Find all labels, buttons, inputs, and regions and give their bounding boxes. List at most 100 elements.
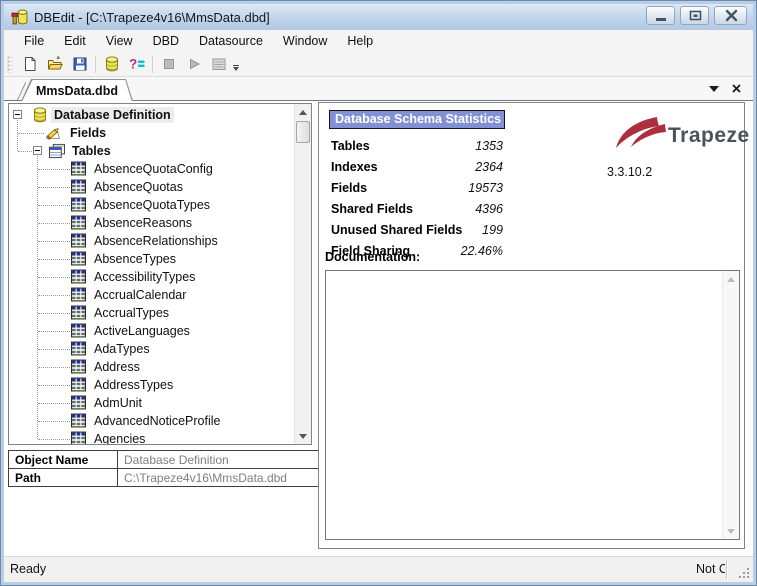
tree-item-table[interactable]: AccessibilityTypes — [9, 268, 294, 286]
tree-item-table[interactable]: AbsenceRelationships — [9, 232, 294, 250]
database-icon — [104, 56, 120, 72]
property-value: C:\Trapeze4v16\MmsData.dbd — [118, 469, 319, 487]
stop-icon — [161, 56, 177, 72]
tree-item-table[interactable]: Agencies — [9, 430, 294, 444]
toolbar-separator — [152, 56, 153, 73]
resize-grip[interactable] — [738, 567, 751, 580]
tab-mmsdata[interactable]: MmsData.dbd — [21, 79, 133, 101]
tree-panel: Database Definition Fields Tables Absenc… — [8, 103, 312, 445]
tree-item-fields[interactable]: Fields — [9, 124, 294, 142]
table-icon — [71, 341, 86, 356]
maximize-button[interactable] — [680, 6, 709, 25]
table-row: Object Name Database Definition — [9, 451, 319, 469]
open-file-icon — [47, 56, 63, 72]
table-icon — [71, 179, 86, 194]
toolbar-grip[interactable] — [7, 56, 12, 73]
table-icon — [71, 305, 86, 320]
new-document-icon — [22, 56, 38, 72]
tree-item-table[interactable]: AdmUnit — [9, 394, 294, 412]
tree-item-table[interactable]: AccrualCalendar — [9, 286, 294, 304]
key-properties-button[interactable] — [124, 53, 149, 75]
tree-item-table[interactable]: AdvancedNoticeProfile — [9, 412, 294, 430]
menu-item-view[interactable]: View — [96, 31, 143, 51]
tree-item-tables[interactable]: Tables — [9, 142, 294, 160]
property-name: Path — [9, 469, 118, 487]
tree-item-table[interactable]: AccrualTypes — [9, 304, 294, 322]
tree-item-table[interactable]: AbsenceQuotaConfig — [9, 160, 294, 178]
properties-table: Object Name Database Definition Path C:\… — [8, 450, 319, 487]
table-icon — [71, 251, 86, 266]
toolbar — [4, 52, 753, 77]
tab-list-dropdown-icon[interactable] — [709, 86, 719, 92]
minimize-icon — [647, 6, 674, 25]
menu-item-datasource[interactable]: Datasource — [189, 31, 273, 51]
menu-item-edit[interactable]: Edit — [54, 31, 96, 51]
tab-close-icon[interactable] — [732, 84, 741, 93]
property-value: Database Definition — [118, 451, 319, 469]
table-icon — [71, 161, 86, 176]
tree-item-table[interactable]: AbsenceQuotaTypes — [9, 196, 294, 214]
tree-item-table[interactable]: ActiveLanguages — [9, 322, 294, 340]
tree-item-database-definition[interactable]: Database Definition — [9, 106, 294, 124]
tab-label: MmsData.dbd — [21, 79, 133, 101]
minimize-button[interactable] — [646, 6, 675, 25]
stat-row: Indexes2364 — [331, 156, 503, 177]
new-document-button[interactable] — [17, 53, 42, 75]
run-button — [181, 53, 206, 75]
save-icon — [72, 56, 88, 72]
table-icon — [71, 395, 86, 410]
documentation-label: Documentation: — [325, 250, 420, 264]
menu-item-window[interactable]: Window — [273, 31, 337, 51]
stats-header: Database Schema Statistics — [329, 110, 505, 129]
status-connection: Not C — [696, 562, 725, 576]
version-label: 3.3.10.2 — [607, 165, 652, 179]
menu-item-file[interactable]: File — [14, 31, 54, 51]
toolbar-overflow-button[interactable] — [233, 65, 239, 72]
scroll-down-icon[interactable] — [295, 428, 311, 444]
menu-item-help[interactable]: Help — [337, 31, 383, 51]
details-panel: Database Schema Statistics Tables1353 In… — [318, 102, 745, 549]
tree-item-table[interactable]: AbsenceQuotas — [9, 178, 294, 196]
table-icon — [71, 269, 86, 284]
client-area: Database Definition Fields Tables Absenc… — [4, 100, 753, 556]
tree-item-table[interactable]: AbsenceReasons — [9, 214, 294, 232]
stat-row: Shared Fields4396 — [331, 198, 503, 219]
table-icon — [71, 197, 86, 212]
table-icon — [71, 215, 86, 230]
tree-item-table[interactable]: Address — [9, 358, 294, 376]
menu-item-dbd[interactable]: DBD — [143, 31, 189, 51]
documentation-textarea[interactable] — [325, 270, 740, 540]
report-icon — [211, 56, 227, 72]
stat-row: Tables1353 — [331, 135, 503, 156]
tab-controls — [709, 77, 741, 100]
stats-list: Tables1353 Indexes2364 Fields19573 Share… — [331, 135, 503, 261]
window-frame: DBEdit - [C:\Trapeze4v16\MmsData.dbd] — [0, 0, 757, 586]
maximize-icon — [681, 6, 708, 25]
collapse-icon[interactable] — [13, 110, 22, 119]
tree-item-table[interactable]: AddressTypes — [9, 376, 294, 394]
app-window: DBEdit - [C:\Trapeze4v16\MmsData.dbd] — [4, 4, 753, 582]
open-file-button[interactable] — [42, 53, 67, 75]
close-button[interactable] — [714, 6, 747, 25]
property-name: Object Name — [9, 451, 118, 469]
trapeze-logo: Trapeze — [615, 116, 750, 156]
tree-item-table[interactable]: AbsenceTypes — [9, 250, 294, 268]
status-pane-divider — [726, 560, 727, 579]
table-icon — [71, 287, 86, 302]
save-button[interactable] — [67, 53, 92, 75]
app-icon — [11, 9, 28, 26]
title-bar: DBEdit - [C:\Trapeze4v16\MmsData.dbd] — [4, 4, 753, 30]
window-controls — [646, 6, 747, 25]
toolbar-separator — [95, 56, 96, 73]
tab-bar: MmsData.dbd — [4, 77, 753, 100]
collapse-icon[interactable] — [33, 146, 42, 155]
tree-item-table[interactable]: AdaTypes — [9, 340, 294, 358]
fields-pencil-icon — [45, 125, 61, 141]
database-icon — [32, 107, 48, 123]
scrollbar-thumb[interactable] — [296, 121, 310, 143]
table-icon — [71, 323, 86, 338]
tree-scrollbar[interactable] — [294, 104, 311, 444]
table-icon — [71, 233, 86, 248]
database-button[interactable] — [99, 53, 124, 75]
scroll-up-icon[interactable] — [295, 104, 311, 120]
